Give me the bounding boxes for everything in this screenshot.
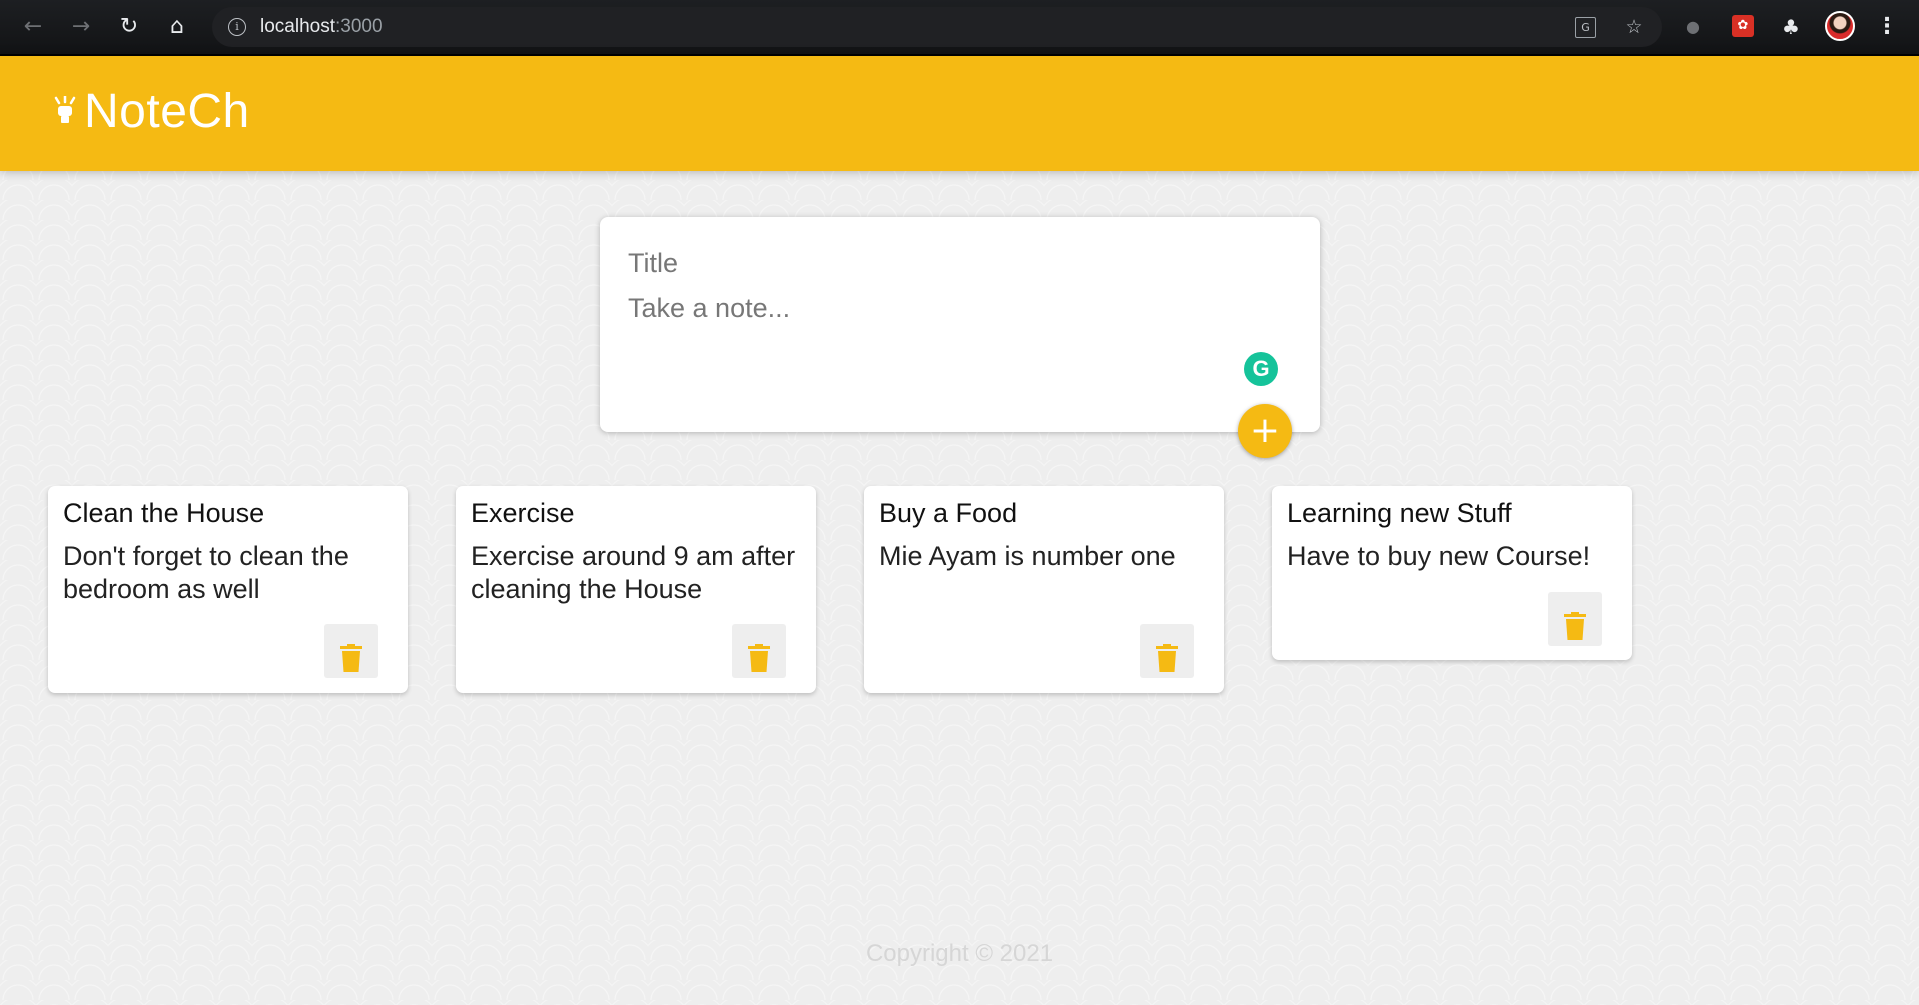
- note-card: Clean the House Don't forget to clean th…: [48, 486, 408, 693]
- trash-icon: [1564, 611, 1586, 640]
- note-content: Have to buy new Course!: [1287, 541, 1591, 571]
- browser-toolbar: ← → ↻ ⌂ i localhost:3000 G ☆ ● ✿ ♣ ⋮: [0, 0, 1919, 56]
- note-content: Exercise around 9 am after cleaning the …: [471, 541, 796, 604]
- url-host: localhost: [260, 16, 335, 37]
- note-content: Mie Ayam is number one: [879, 541, 1176, 571]
- profile-avatar[interactable]: [1825, 11, 1855, 41]
- add-note-button[interactable]: +: [1238, 404, 1292, 458]
- reload-icon[interactable]: ↻: [114, 12, 144, 42]
- extension-icon[interactable]: ●: [1680, 14, 1706, 40]
- delete-button[interactable]: [1548, 592, 1602, 646]
- note-card: Learning new Stuff Have to buy new Cours…: [1272, 486, 1632, 660]
- extension-icon[interactable]: ✿: [1732, 15, 1754, 37]
- note-card: Buy a Food Mie Ayam is number one: [864, 486, 1224, 693]
- delete-button[interactable]: [732, 624, 786, 678]
- app-title: NoteCh: [84, 85, 250, 138]
- copyright-text: Copyright © 2021: [865, 940, 1054, 967]
- create-note-form: G: [600, 217, 1320, 432]
- url-port: :3000: [335, 16, 383, 37]
- back-icon[interactable]: ←: [18, 12, 48, 42]
- trash-icon: [1156, 643, 1178, 672]
- trash-icon: [748, 643, 770, 672]
- note-title: Exercise: [471, 498, 575, 528]
- footer: Copyright © 2021: [0, 940, 1919, 968]
- home-icon[interactable]: ⌂: [162, 12, 192, 42]
- trash-icon: [340, 643, 362, 672]
- delete-button[interactable]: [324, 624, 378, 678]
- note-card: Exercise Exercise around 9 am after clea…: [456, 486, 816, 693]
- menu-icon[interactable]: ⋮: [1874, 14, 1900, 40]
- note-title: Buy a Food: [879, 498, 1018, 528]
- grammarly-icon[interactable]: G: [1244, 352, 1278, 386]
- note-title: Learning new Stuff: [1287, 498, 1512, 528]
- note-title: Clean the House: [63, 498, 265, 528]
- forward-icon[interactable]: →: [66, 12, 96, 42]
- translate-icon[interactable]: G: [1575, 17, 1596, 38]
- url-text[interactable]: localhost:3000: [260, 16, 383, 38]
- star-icon[interactable]: ☆: [1622, 15, 1646, 39]
- info-icon[interactable]: i: [228, 18, 246, 36]
- lightbulb-icon: [54, 96, 76, 123]
- delete-button[interactable]: [1140, 624, 1194, 678]
- address-bar[interactable]: i localhost:3000 G ☆: [212, 7, 1662, 47]
- note-content: Don't forget to clean the bedroom as wel…: [63, 541, 349, 604]
- puzzle-icon[interactable]: ♣: [1778, 14, 1804, 40]
- note-content-input[interactable]: [628, 293, 1268, 373]
- app-header: NoteCh: [0, 56, 1919, 171]
- title-input[interactable]: [628, 245, 1268, 281]
